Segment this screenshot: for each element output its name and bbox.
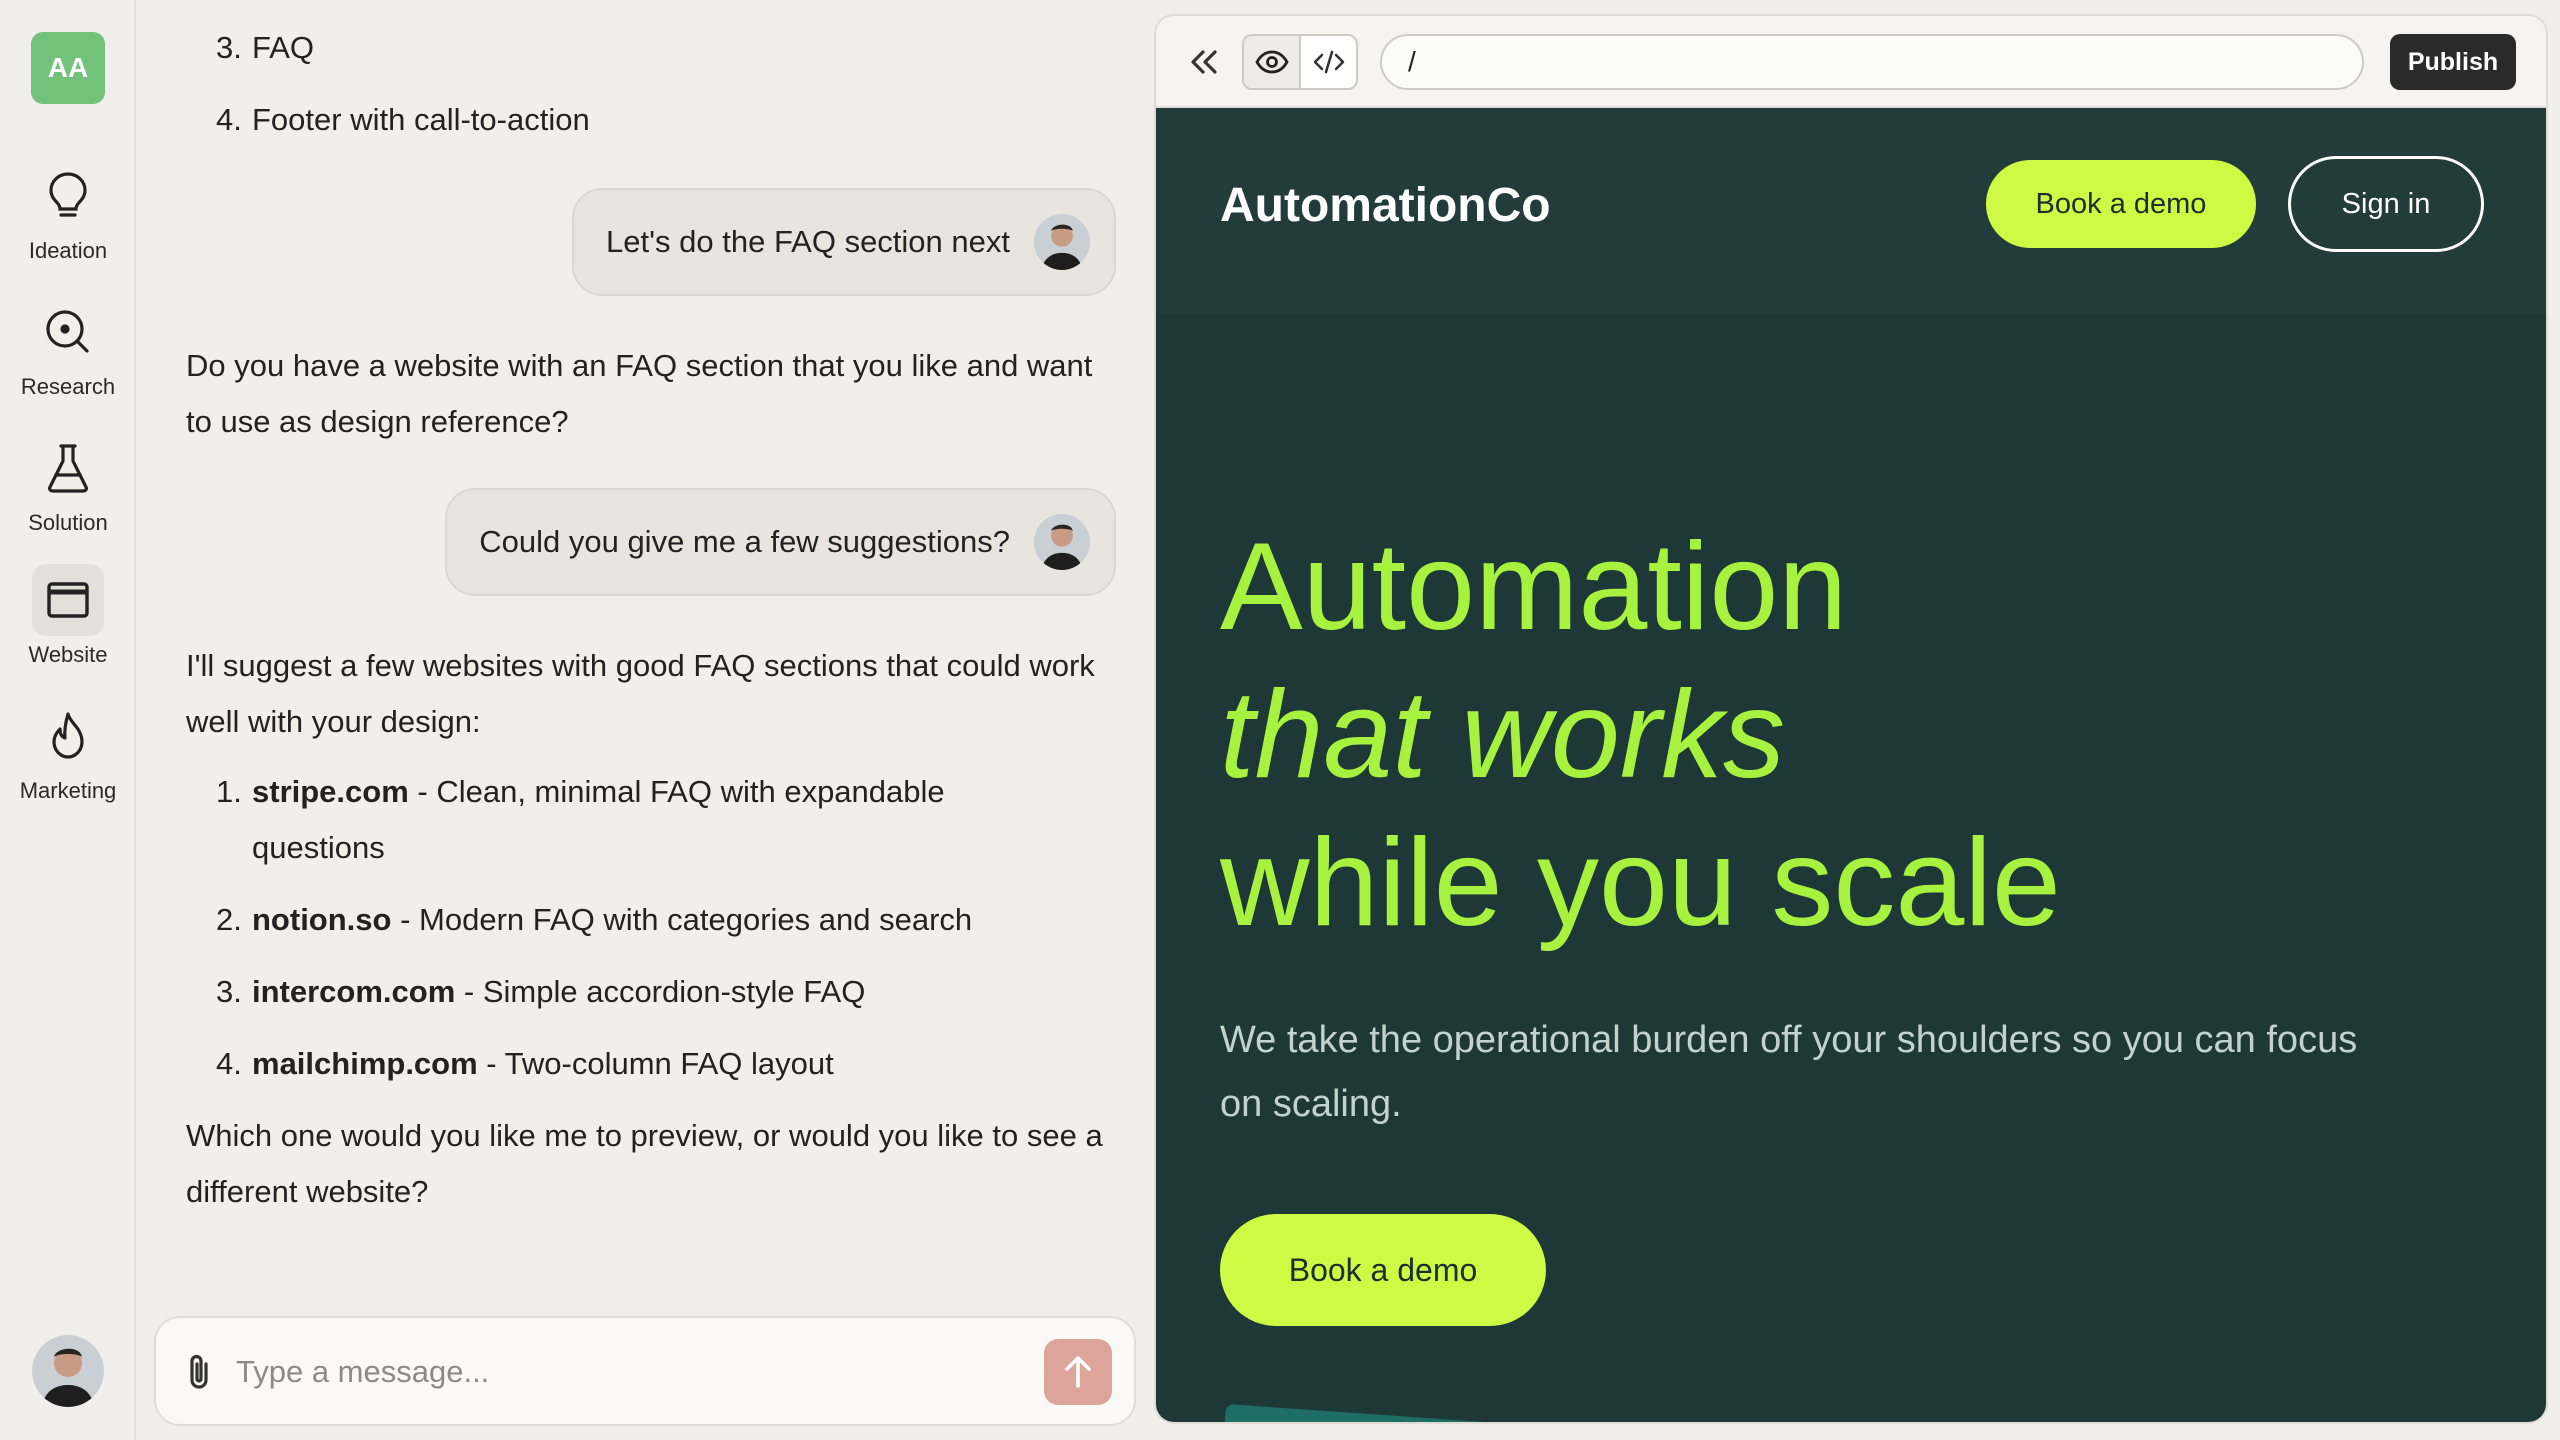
view-mode-toggle — [1242, 34, 1358, 90]
hero-book-demo-button[interactable]: Book a demo — [1220, 1214, 1546, 1326]
nav-item-marketing[interactable]: Marketing — [8, 700, 128, 820]
hero-heading-line: that works — [1220, 666, 1786, 804]
nav-item-research[interactable]: Research — [8, 296, 128, 416]
hero-heading-line: while you scale — [1220, 814, 2061, 952]
message-text: Let's do the FAQ section next — [606, 224, 1010, 259]
list-item: 1. stripe.com - Clean, minimal FAQ with e… — [216, 774, 945, 809]
assistant-message: Do you have a website with an FAQ sectio… — [186, 348, 1093, 439]
arrow-up-icon — [1065, 1356, 1091, 1388]
list-item: 3. intercom.com - Simple accordion-style … — [216, 974, 866, 1009]
list-item-continuation: questions — [252, 830, 385, 865]
collapse-button[interactable] — [1184, 44, 1224, 80]
nav-label: Marketing — [19, 778, 117, 803]
workspace-avatar[interactable]: AA — [31, 32, 105, 104]
assistant-message: Which one would you like me to preview, … — [186, 1118, 1103, 1209]
site-header: AutomationCo Book a demo Sign in — [1156, 108, 2546, 314]
message-input[interactable] — [236, 1340, 996, 1404]
flask-icon — [32, 432, 104, 504]
chat-panel: 3. FAQ 4. Footer with call-to-action Let's… — [138, 0, 1150, 1440]
nav-item-website[interactable]: Website — [8, 564, 128, 684]
list-item: 2. notion.so - Modern FAQ with categories… — [216, 902, 973, 937]
nav-label: Website — [28, 642, 108, 667]
nav-label: Solution — [28, 510, 108, 535]
publish-button[interactable]: Publish — [2390, 34, 2516, 90]
preview-mode-button[interactable] — [1244, 36, 1301, 88]
browser-window-icon — [32, 564, 104, 636]
message-text: Could you give me a few suggestions? — [479, 524, 1010, 559]
nav-label: Research — [20, 374, 116, 399]
header-book-demo-button[interactable]: Book a demo — [1986, 160, 2256, 248]
code-icon — [1313, 50, 1344, 74]
sign-in-button[interactable]: Sign in — [2288, 156, 2484, 252]
lightbulb-icon — [32, 160, 104, 232]
hero-subtitle: We take the operational burden off your … — [1220, 1019, 2358, 1125]
flame-icon — [32, 700, 104, 772]
double-chevron-left-icon — [1191, 50, 1217, 74]
section-edge-decoration — [1221, 1404, 1785, 1422]
code-mode-button[interactable] — [1301, 36, 1356, 88]
list-item: 3. FAQ — [216, 30, 315, 65]
site-brand[interactable]: AutomationCo — [1220, 178, 1551, 233]
nav-label: Ideation — [28, 238, 108, 263]
nav-item-solution[interactable]: Solution — [8, 432, 128, 552]
search-icon — [32, 296, 104, 368]
website-preview: / Publish AutomationCo Book a demo Sign … — [1154, 14, 2548, 1424]
send-button[interactable] — [1044, 1339, 1112, 1405]
user-avatar — [1034, 214, 1090, 270]
list-item: 4. mailchimp.com - Two-column FAQ layout — [216, 1046, 834, 1081]
nav-item-ideation[interactable]: Ideation — [8, 160, 128, 280]
paperclip-icon[interactable] — [182, 1352, 216, 1397]
user-message: Let's do the FAQ section next — [572, 188, 1116, 296]
left-rail: AA Ideation Research Solution Website Ma… — [0, 0, 136, 1440]
message-composer — [154, 1316, 1136, 1426]
assistant-message: I'll suggest a few websites with good FA… — [186, 648, 1095, 739]
user-avatar — [1034, 514, 1090, 570]
hero-heading-line: Automation — [1220, 518, 1848, 656]
preview-toolbar: / Publish — [1156, 16, 2546, 108]
url-bar[interactable]: / — [1380, 34, 2364, 90]
list-item: 4. Footer with call-to-action — [216, 102, 590, 137]
site-canvas: AutomationCo Book a demo Sign in Automat… — [1156, 108, 2546, 1422]
user-message: Could you give me a few suggestions? — [445, 488, 1116, 596]
user-avatar[interactable] — [32, 1335, 104, 1407]
eye-icon — [1254, 50, 1289, 74]
